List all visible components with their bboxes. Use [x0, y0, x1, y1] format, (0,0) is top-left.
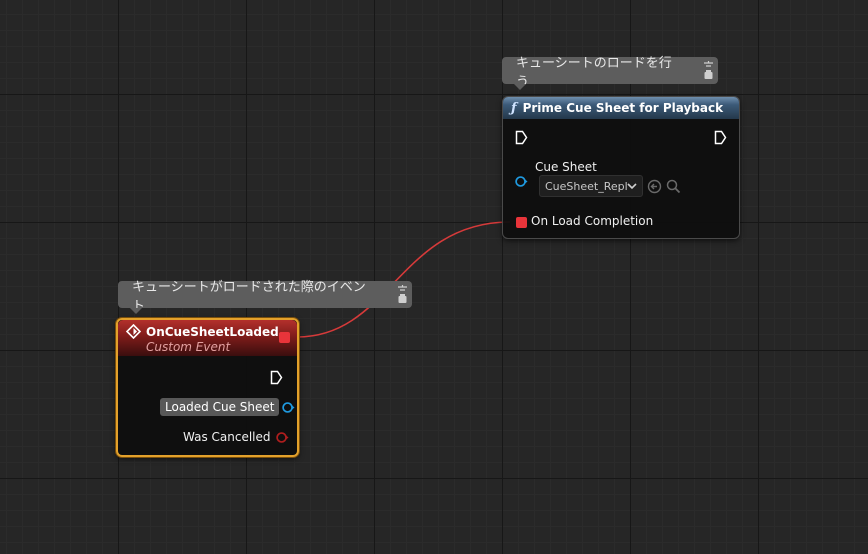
blueprint-graph-canvas[interactable]: キューシートのロードを行う ƒ Prime Cue Sheet for Play…: [0, 0, 868, 554]
chevron-down-icon: [627, 183, 637, 190]
event-delegate-output-pin-icon[interactable]: [279, 332, 290, 343]
comment-bubble-prime[interactable]: キューシートのロードを行う: [502, 56, 718, 90]
on-cue-sheet-loaded-event-node[interactable]: OnCueSheetLoaded Custom Event Loaded Cue…: [116, 318, 299, 457]
comment-pin-icon[interactable]: [397, 284, 408, 306]
exec-in-pin-icon[interactable]: [515, 130, 528, 145]
was-cancelled-output[interactable]: Was Cancelled: [183, 430, 289, 444]
prime-cue-sheet-node[interactable]: ƒ Prime Cue Sheet for Playback Cue Sheet…: [502, 96, 740, 239]
node-header[interactable]: ƒ Prime Cue Sheet for Playback: [503, 97, 739, 119]
node-title: OnCueSheetLoaded: [146, 324, 279, 339]
on-load-completion-delegate-pin-icon[interactable]: [516, 217, 527, 228]
loaded-cue-sheet-label: Loaded Cue Sheet: [160, 398, 280, 416]
comment-text: キューシートのロードを行う: [516, 55, 672, 90]
node-header[interactable]: OnCueSheetLoaded Custom Event: [118, 320, 297, 356]
cue-sheet-input-pin-icon[interactable]: [515, 175, 528, 188]
comment-pin-icon[interactable]: [703, 60, 714, 82]
was-cancelled-label: Was Cancelled: [183, 430, 271, 444]
comment-text: キューシートがロードされた際のイベント: [132, 279, 366, 314]
on-load-completion-label: On Load Completion: [531, 214, 654, 228]
node-title: Prime Cue Sheet for Playback: [522, 101, 724, 115]
use-selected-asset-icon[interactable]: [647, 179, 662, 194]
event-diamond-icon: [126, 324, 141, 339]
cue-sheet-value: CueSheet_Repl: [545, 179, 628, 193]
loaded-cue-sheet-output[interactable]: Loaded Cue Sheet: [160, 398, 296, 416]
cue-sheet-label: Cue Sheet: [535, 160, 597, 174]
cue-sheet-asset-dropdown[interactable]: CueSheet_Repl: [539, 175, 643, 197]
delegate-wire[interactable]: [0, 0, 868, 554]
exec-out-pin-icon[interactable]: [270, 370, 283, 385]
node-subtitle: Custom Event: [146, 340, 231, 354]
browse-asset-search-icon[interactable]: [666, 179, 681, 194]
comment-bubble-event[interactable]: キューシートがロードされた際のイベント: [118, 280, 412, 314]
function-icon: ƒ: [511, 100, 517, 116]
exec-out-pin-icon[interactable]: [714, 130, 727, 145]
loaded-cue-sheet-pin-icon[interactable]: [282, 401, 296, 414]
was-cancelled-bool-pin-icon[interactable]: [275, 431, 289, 444]
